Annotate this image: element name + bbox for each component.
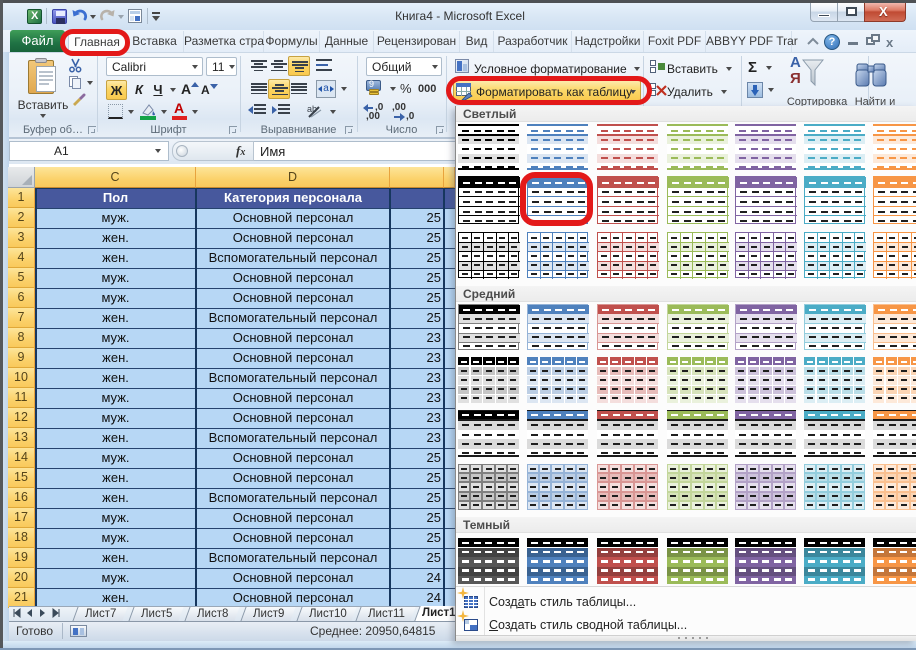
svg-text:ab: ab <box>307 104 317 114</box>
